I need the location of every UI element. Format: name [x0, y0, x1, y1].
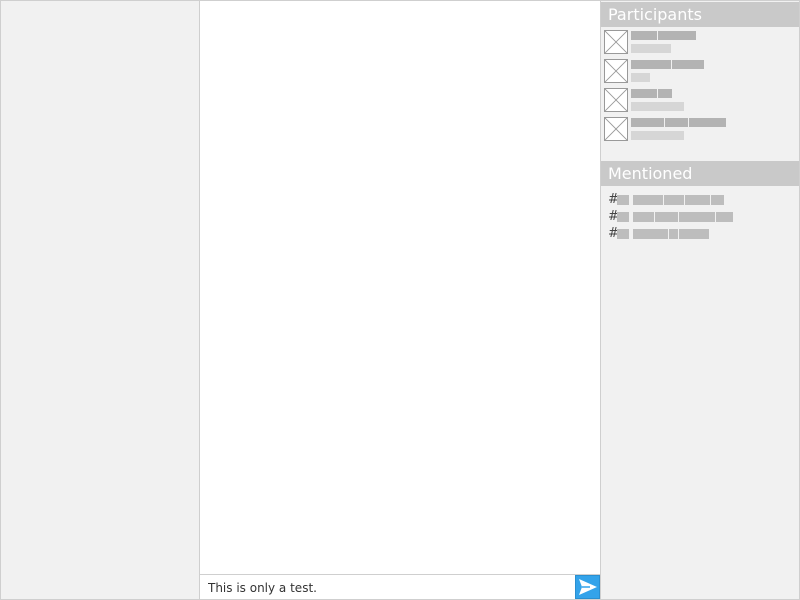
- participant-item[interactable]: [604, 116, 799, 145]
- avatar-placeholder-icon: [604, 59, 628, 83]
- participants-list: [601, 27, 799, 161]
- tag-placeholder: [617, 228, 629, 239]
- name-word-placeholder: [658, 31, 696, 40]
- mentioned-header: Mentioned: [601, 161, 799, 186]
- mention-text-placeholder: [633, 194, 724, 205]
- mentioned-item[interactable]: #: [608, 208, 799, 225]
- participant-status-placeholder: [631, 131, 684, 140]
- message-composer: [200, 574, 600, 599]
- participant-text: [631, 87, 684, 111]
- participant-status-placeholder: [631, 73, 650, 82]
- mention-word-placeholder: [711, 194, 724, 205]
- mention-word-placeholder: [664, 194, 684, 205]
- participant-text: [631, 29, 696, 53]
- participant-name-placeholder: [631, 118, 726, 127]
- participant-item[interactable]: [604, 87, 799, 116]
- chat-panel: [199, 0, 601, 600]
- mention-text-placeholder: [633, 228, 709, 239]
- mention-word-placeholder: [633, 228, 668, 239]
- mention-word-placeholder: [679, 211, 715, 222]
- mention-word-placeholder: [633, 211, 654, 222]
- send-button[interactable]: [575, 575, 600, 599]
- participant-text: [631, 116, 726, 140]
- mention-word-placeholder: [633, 194, 663, 205]
- mention-word-placeholder: [679, 228, 709, 239]
- participant-name-placeholder: [631, 60, 704, 69]
- hash-symbol: #: [608, 226, 619, 241]
- name-word-placeholder: [631, 89, 657, 98]
- avatar-placeholder-icon: [604, 88, 628, 112]
- hash-symbol: #: [608, 209, 619, 224]
- mentioned-item[interactable]: #: [608, 225, 799, 242]
- mentioned-item[interactable]: #: [608, 191, 799, 208]
- hash-symbol: #: [608, 192, 619, 207]
- participant-status-placeholder: [631, 44, 671, 53]
- right-sidebar: Participants Mentioned # # #: [600, 0, 800, 600]
- name-word-placeholder: [631, 118, 664, 127]
- left-sidebar: [0, 0, 200, 600]
- send-icon: [578, 579, 597, 595]
- participant-status-placeholder: [631, 102, 684, 111]
- mention-word-placeholder: [655, 211, 678, 222]
- participant-item[interactable]: [604, 29, 799, 58]
- name-word-placeholder: [631, 60, 671, 69]
- name-word-placeholder: [665, 118, 688, 127]
- mentioned-list: # # #: [601, 186, 799, 242]
- message-input[interactable]: [200, 575, 575, 599]
- participant-item[interactable]: [604, 58, 799, 87]
- participant-name-placeholder: [631, 89, 684, 98]
- tag-placeholder: [617, 194, 629, 205]
- participant-text: [631, 58, 704, 82]
- participant-name-placeholder: [631, 31, 696, 40]
- name-word-placeholder: [689, 118, 726, 127]
- message-history[interactable]: [200, 1, 600, 574]
- participants-header: Participants: [601, 2, 799, 27]
- mention-word-placeholder: [685, 194, 710, 205]
- tag-placeholder: [617, 211, 629, 222]
- name-word-placeholder: [658, 89, 672, 98]
- name-word-placeholder: [672, 60, 704, 69]
- mention-text-placeholder: [633, 211, 733, 222]
- avatar-placeholder-icon: [604, 117, 628, 141]
- name-word-placeholder: [631, 31, 657, 40]
- mention-word-placeholder: [669, 228, 678, 239]
- mention-word-placeholder: [716, 211, 733, 222]
- avatar-placeholder-icon: [604, 30, 628, 54]
